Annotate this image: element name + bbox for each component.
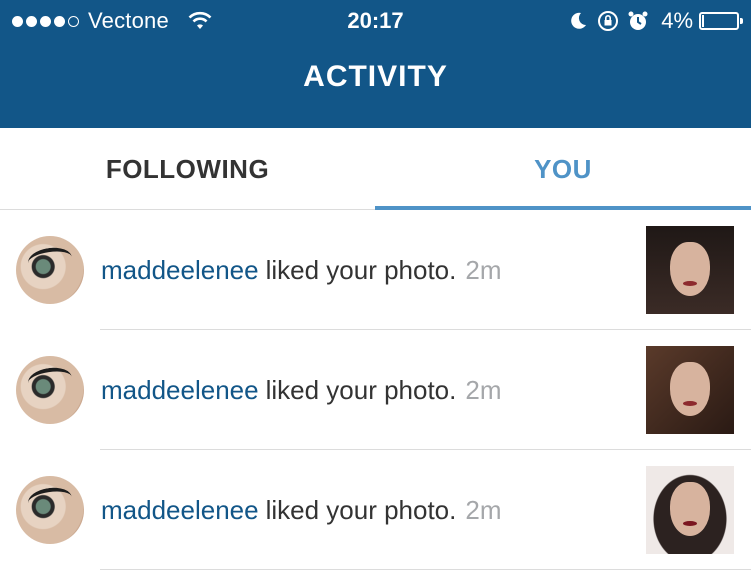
battery-icon <box>699 12 743 30</box>
avatar[interactable] <box>16 236 84 304</box>
activity-tabs: FOLLOWING YOU <box>0 128 751 210</box>
notification-action: liked your photo. <box>265 494 457 525</box>
notification-time: 2m <box>465 494 502 525</box>
notification-action: liked your photo. <box>265 254 457 285</box>
notification-list: maddeelenee liked your photo. 2m maddeel… <box>0 210 751 570</box>
status-bar: Vectone 20:17 4% <box>0 0 751 42</box>
avatar[interactable] <box>16 356 84 424</box>
photo-thumbnail[interactable] <box>646 466 734 554</box>
username-link[interactable]: maddeelenee <box>101 495 259 526</box>
alarm-icon <box>628 11 648 30</box>
notification-row[interactable]: maddeelenee liked your photo. 2m <box>0 330 751 450</box>
moon-icon <box>571 12 587 29</box>
notification-row[interactable]: maddeelenee liked your photo. 2m <box>0 450 751 570</box>
notification-row[interactable]: maddeelenee liked your photo. 2m <box>0 210 751 330</box>
tab-you[interactable]: YOU <box>375 128 751 210</box>
photo-thumbnail[interactable] <box>646 226 734 314</box>
notification-time: 2m <box>465 254 502 285</box>
username-link[interactable]: maddeelenee <box>101 255 259 286</box>
battery-percent: 4% <box>661 8 693 33</box>
notification-text: maddeelenee liked your photo. 2m <box>101 330 502 450</box>
row-divider <box>100 569 751 570</box>
avatar[interactable] <box>16 476 84 544</box>
notification-time: 2m <box>465 374 502 405</box>
notification-text: maddeelenee liked your photo. 2m <box>101 450 502 570</box>
app-header: Vectone 20:17 4% ACTIVITY <box>0 0 751 128</box>
battery-level-fill <box>702 15 704 27</box>
photo-thumbnail[interactable] <box>646 346 734 434</box>
username-link[interactable]: maddeelenee <box>101 375 259 406</box>
status-right: 4% <box>559 8 743 34</box>
tab-following[interactable]: FOLLOWING <box>0 128 375 210</box>
page-title: ACTIVITY <box>303 60 448 93</box>
notification-action: liked your photo. <box>265 374 457 405</box>
rotation-lock-icon <box>598 11 619 31</box>
notification-text: maddeelenee liked your photo. 2m <box>101 210 502 330</box>
